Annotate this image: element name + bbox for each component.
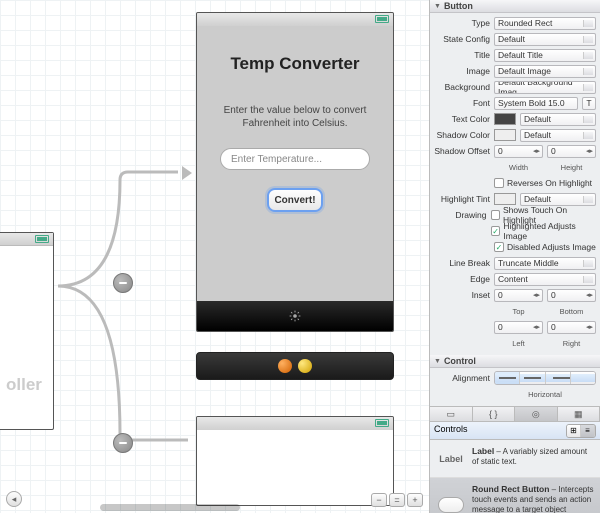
title-field[interactable]: Default Title [494, 49, 596, 62]
drawing-label: Drawing [434, 210, 487, 220]
align-left-icon [495, 372, 520, 384]
button-thumb-icon [438, 497, 464, 513]
line-break-label: Line Break [434, 258, 490, 268]
background-popup[interactable]: Default Background Imag [494, 81, 596, 94]
alignment-segments[interactable] [494, 371, 596, 385]
status-bar [0, 233, 53, 246]
font-editor-button[interactable]: T [582, 97, 596, 110]
list-item: Label Label – A variably sized amount of… [430, 440, 600, 478]
media-tab[interactable]: ▦ [558, 407, 600, 421]
list-view-icon: ≡ [581, 425, 595, 437]
inset-left-stepper[interactable]: 0 [494, 321, 543, 334]
secondary-scene[interactable] [196, 416, 394, 506]
battery-icon [375, 419, 389, 427]
library-mode-bar: ▭ { } ◎ ▦ [430, 406, 600, 422]
list-item: Round Rect Button – Intercepts touch eve… [430, 478, 600, 513]
back-button[interactable]: ◂ [6, 491, 22, 507]
inspector-panel: ▼Button Type Rounded Rect State Config Def… [429, 0, 600, 513]
objects-tab[interactable]: ◎ [515, 407, 558, 421]
shadow-offset-width-stepper[interactable]: 0 [494, 145, 543, 158]
app-hint-label: Enter the value below to convert Fahrenh… [209, 104, 381, 130]
type-label: Type [434, 18, 490, 28]
inset-label: Inset [434, 290, 490, 300]
shadow-color-label: Shadow Color [434, 130, 490, 140]
segue-arrowhead [182, 166, 192, 180]
file-templates-tab[interactable]: ▭ [430, 407, 473, 421]
segue-node[interactable] [113, 273, 133, 293]
bottom-toolbar [197, 301, 393, 331]
zoom-controls: − = + [371, 493, 423, 507]
highlight-tint-label: Highlight Tint [434, 194, 490, 204]
code-snippets-tab[interactable]: { } [473, 407, 516, 421]
grid-view-icon: ⊞ [567, 425, 581, 437]
shadow-offset-height-stepper[interactable]: 0 [547, 145, 596, 158]
text-color-label: Text Color [434, 114, 490, 124]
highlight-tint-well[interactable] [494, 193, 516, 205]
brightness-icon [289, 310, 301, 322]
inset-right-stepper[interactable]: 0 [547, 321, 596, 334]
background-label: Background [434, 82, 490, 92]
type-popup[interactable]: Rounded Rect [494, 17, 596, 30]
storyboard-canvas[interactable]: oller Temp Converter Enter the value bel… [0, 0, 429, 513]
edge-label: Edge [434, 274, 490, 284]
title-label: Title [434, 50, 490, 60]
state-config-popup[interactable]: Default [494, 33, 596, 46]
status-bar [197, 13, 393, 26]
zoom-fit-button[interactable]: = [389, 493, 405, 507]
font-field[interactable]: System Bold 15.0 [494, 97, 578, 110]
reverses-on-highlight-checkbox[interactable]: Reverses On Highlight [494, 178, 592, 188]
convert-button[interactable]: Convert! [267, 188, 323, 212]
battery-icon [375, 15, 389, 23]
main-scene[interactable]: Temp Converter Enter the value below to … [196, 12, 394, 332]
battery-icon [35, 235, 49, 243]
text-color-popup[interactable]: Default [520, 113, 596, 126]
align-right-icon [546, 372, 571, 384]
temperature-input[interactable]: Enter Temperature... [220, 148, 370, 170]
inset-bottom-stepper[interactable]: 0 [547, 289, 596, 302]
zoom-in-button[interactable]: + [407, 493, 423, 507]
library-view-mode[interactable]: ⊞≡ [566, 424, 596, 438]
view-controller-stub[interactable]: oller [0, 232, 54, 430]
exit-icon[interactable] [298, 359, 312, 373]
inset-top-stepper[interactable]: 0 [494, 289, 543, 302]
button-section-header[interactable]: ▼Button [430, 0, 600, 13]
app-title-label: Temp Converter [209, 54, 381, 74]
align-justify-icon [571, 372, 595, 384]
shadow-offset-label: Shadow Offset [434, 146, 490, 156]
text-color-well[interactable] [494, 113, 516, 125]
align-center-icon [520, 372, 545, 384]
library-filter-popup[interactable]: Controls [434, 424, 562, 438]
segue-wire [48, 170, 196, 460]
stub-label: oller [6, 375, 42, 395]
zoom-out-button[interactable]: − [371, 493, 387, 507]
font-label: Font [434, 98, 490, 108]
highlighted-adjusts-checkbox[interactable]: ✓Highlighted Adjusts Image [491, 221, 596, 241]
segue-node[interactable] [113, 433, 133, 453]
control-section-header[interactable]: ▼Control [430, 355, 600, 368]
state-config-label: State Config [434, 34, 490, 44]
first-responder-icon[interactable] [278, 359, 292, 373]
shadow-color-popup[interactable]: Default [520, 129, 596, 142]
scene-dock[interactable] [196, 352, 394, 380]
highlight-tint-popup[interactable]: Default [520, 193, 596, 206]
line-break-popup[interactable]: Truncate Middle [494, 257, 596, 270]
disabled-adjusts-checkbox[interactable]: ✓Disabled Adjusts Image [494, 242, 596, 252]
image-label: Image [434, 66, 490, 76]
library-header: Controls ⊞≡ [430, 422, 600, 440]
status-bar [197, 417, 393, 430]
edge-popup[interactable]: Content [494, 273, 596, 286]
alignment-label: Alignment [434, 373, 490, 383]
library-list[interactable]: Label Label – A variably sized amount of… [430, 440, 600, 513]
shadow-color-well[interactable] [494, 129, 516, 141]
image-popup[interactable]: Default Image [494, 65, 596, 78]
horizontal-scrollbar[interactable] [100, 504, 240, 511]
label-thumb-icon: Label [439, 454, 463, 464]
